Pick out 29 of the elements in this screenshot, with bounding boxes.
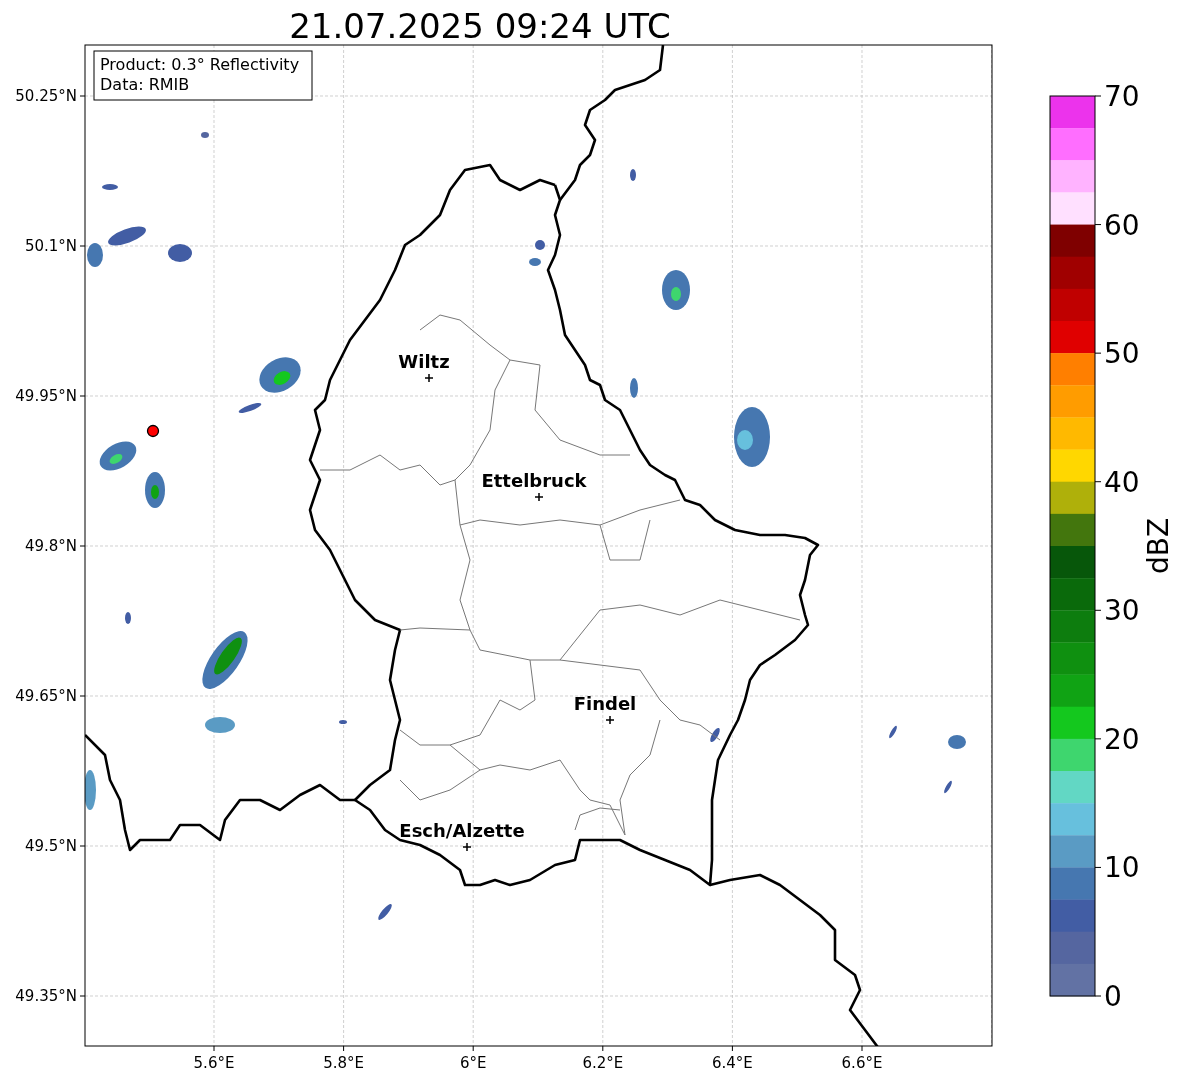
city-label: Findel xyxy=(573,693,637,714)
longitude-label: 5.8°E xyxy=(323,1054,364,1072)
legend-text: Product: 0.3° Reflectivity xyxy=(100,55,300,74)
latitude-label: 49.35°N xyxy=(15,987,77,1005)
latitude-label: 50.1°N xyxy=(24,237,77,255)
longitude-label: 6.2°E xyxy=(582,1054,624,1072)
colorbar-tick-label: 10 xyxy=(1104,851,1140,885)
latitude-label: 49.5°N xyxy=(24,837,77,855)
latitude-label: 49.8°N xyxy=(24,537,77,555)
latitude-label: 49.65°N xyxy=(15,687,77,705)
colorbar-tick-label: 70 xyxy=(1104,80,1140,113)
city-label: Esch/Alzette xyxy=(399,820,525,841)
legend-text: Data: RMIB xyxy=(100,75,190,94)
colorbar-tick-label: 50 xyxy=(1104,337,1140,371)
chart-title: 21.07.2025 09:24 UTC xyxy=(289,6,671,46)
longitude-label: 6°E xyxy=(459,1054,487,1072)
colorbar-tick-label: 0 xyxy=(1104,980,1122,1013)
longitude-label: 6.6°E xyxy=(841,1054,883,1072)
colorbar-label: dBZ xyxy=(1142,517,1175,575)
latitude-label: 49.95°N xyxy=(15,387,77,405)
colorbar-tick-label: 40 xyxy=(1104,465,1140,499)
colorbar-tick-label: 20 xyxy=(1104,722,1140,756)
colorbar-tick-label: 30 xyxy=(1104,594,1140,628)
city-label: Ettelbruck xyxy=(481,470,587,491)
longitude-label: 6.4°E xyxy=(712,1054,753,1072)
latitude-label: 50.25°N xyxy=(15,87,77,105)
longitude-label: 5.6°E xyxy=(193,1054,235,1072)
city-label: Wiltz xyxy=(398,351,450,372)
colorbar-tick-label: 60 xyxy=(1104,208,1140,242)
